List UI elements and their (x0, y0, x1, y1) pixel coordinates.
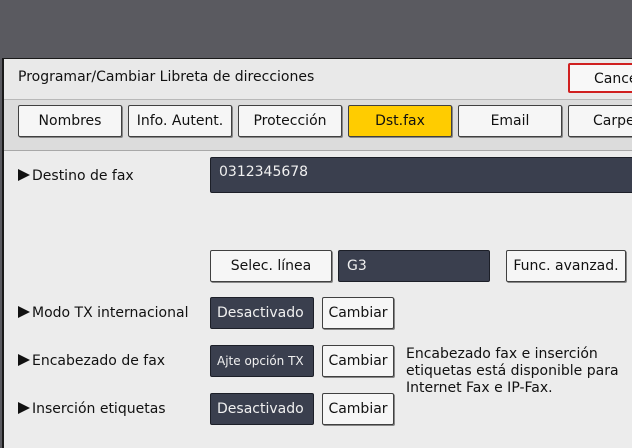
intl-tx-mode-label: Modo TX internacional (18, 305, 188, 321)
intl-tx-mode-value: Desactivado (210, 297, 314, 329)
address-book-panel: Programar/Cambiar Libreta de direcciones… (2, 58, 632, 448)
tab-carpeta[interactable]: Carpe (568, 105, 632, 137)
tab-proteccion[interactable]: Protección (238, 105, 342, 137)
triangle-right-icon (18, 354, 30, 366)
label-insertion-change-button[interactable]: Cambiar (322, 393, 394, 425)
triangle-right-icon (18, 306, 30, 318)
label-insertion-value: Desactivado (210, 393, 314, 425)
triangle-right-icon (18, 402, 30, 414)
fax-header-label: Encabezado de fax (18, 353, 165, 369)
fax-header-change-button[interactable]: Cambiar (322, 345, 394, 377)
intl-tx-mode-change-button[interactable]: Cambiar (322, 297, 394, 329)
tab-nombres[interactable]: Nombres (18, 105, 122, 137)
label-insertion-label: Inserción etiquetas (18, 401, 166, 417)
tab-bar: Nombres Info. Autent. Protección Dst.fax… (4, 100, 632, 151)
cancel-button[interactable]: Cancel (568, 63, 632, 93)
select-line-button[interactable]: Selec. línea (210, 250, 332, 282)
tab-info-autent[interactable]: Info. Autent. (128, 105, 232, 137)
line-value-display: G3 (338, 250, 490, 282)
fax-destination-label: Destino de fax (18, 168, 134, 184)
fax-destination-field[interactable]: 0312345678 (210, 157, 632, 193)
triangle-right-icon (18, 169, 30, 181)
tab-dst-fax[interactable]: Dst.fax (348, 105, 452, 137)
availability-note: Encabezado fax e inserción etiquetas est… (406, 346, 619, 396)
fax-header-value: Ajte opción TX (210, 345, 314, 377)
tab-email[interactable]: Email (458, 105, 562, 137)
title-bar: Programar/Cambiar Libreta de direcciones… (4, 59, 632, 100)
advanced-functions-button[interactable]: Func. avanzad. (506, 250, 626, 282)
page-title: Programar/Cambiar Libreta de direcciones (18, 69, 315, 85)
